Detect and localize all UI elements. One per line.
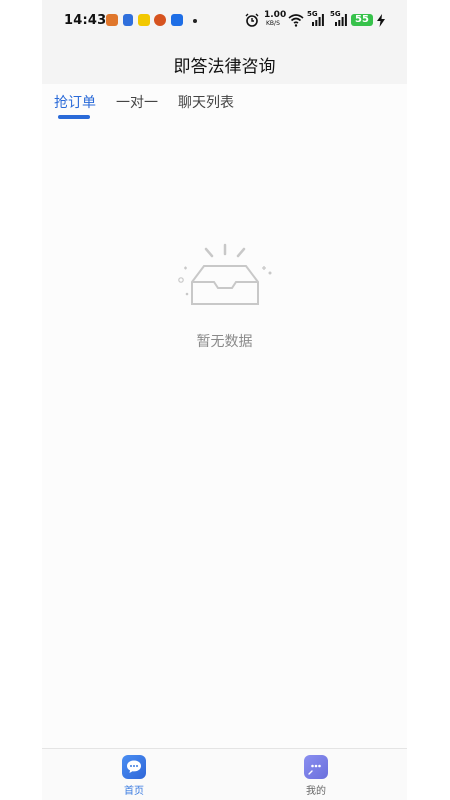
- wifi-icon: [288, 14, 304, 27]
- network-speed-unit: KB/S: [266, 20, 280, 27]
- page-title: 即答法律咨询: [173, 57, 276, 77]
- status-time: 14:43: [64, 13, 107, 28]
- tab-one-on-one[interactable]: 一对一: [116, 92, 158, 112]
- battery-indicator: 55: [351, 14, 373, 26]
- active-tab-indicator: [58, 115, 90, 119]
- tab-grab-orders[interactable]: 抢订单: [54, 92, 96, 112]
- tab-chat-list[interactable]: 聊天列表: [178, 92, 234, 112]
- app-header: 即答法律咨询: [42, 42, 407, 84]
- app-notification-icon: [171, 14, 183, 26]
- more-notifications-icon: [193, 19, 197, 23]
- nav-mine-label: 我的: [306, 786, 326, 797]
- nav-mine[interactable]: 我的: [286, 755, 346, 797]
- nav-home[interactable]: 首页: [104, 755, 164, 797]
- chat-bubble-icon: [122, 755, 146, 779]
- tab-bar: 抢订单 一对一 聊天列表: [42, 84, 407, 122]
- alarm-icon: [245, 13, 259, 27]
- app-notification-icon: [138, 14, 150, 26]
- nav-home-label: 首页: [124, 786, 144, 797]
- message-dots-icon: [304, 755, 328, 779]
- status-bar: 14:43 1.00 KB/S 5G 5G 55: [42, 0, 407, 42]
- empty-box-icon: [178, 243, 272, 305]
- signal-icon: [312, 14, 324, 26]
- network-speed: 1.00: [264, 10, 287, 20]
- bottom-navigation: 首页 我的: [42, 748, 407, 800]
- app-notification-icon: [106, 14, 118, 26]
- app-notification-icon: [154, 14, 166, 26]
- signal-icon: [335, 14, 347, 26]
- app-notification-icon: [123, 14, 133, 26]
- charging-icon: [377, 14, 385, 27]
- app-screen: 14:43 1.00 KB/S 5G 5G 55 即答法律咨询 抢订单 一对一 …: [42, 0, 407, 800]
- empty-state-text: 暂无数据: [196, 334, 253, 350]
